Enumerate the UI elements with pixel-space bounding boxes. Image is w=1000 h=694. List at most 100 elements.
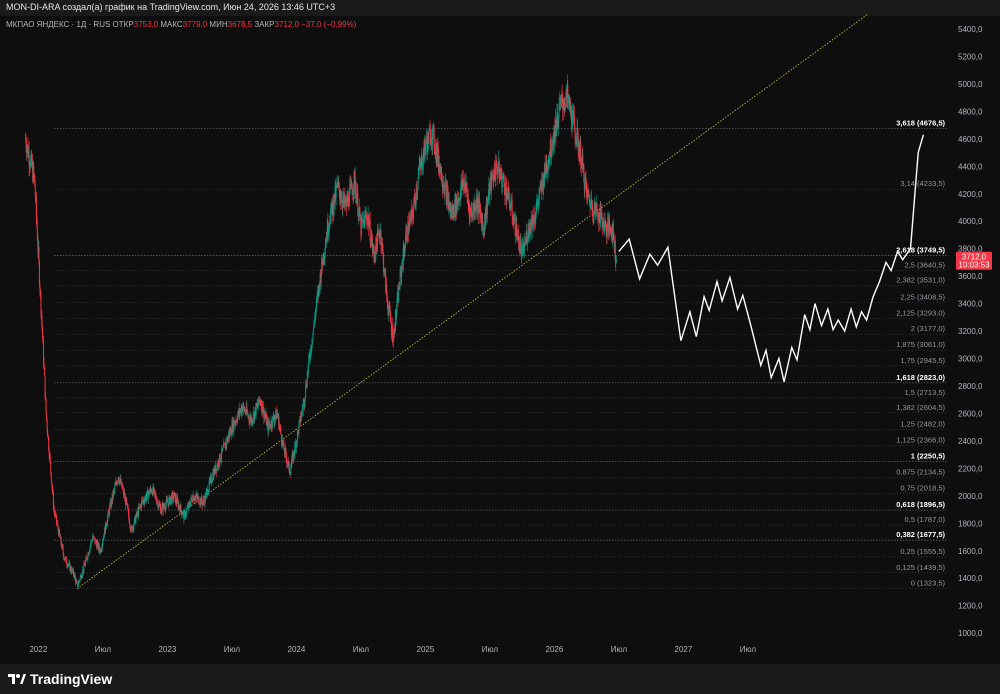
countdown-label: 10:03:53 (958, 260, 990, 269)
price-chart[interactable]: 0 (1323,5) 0,125 (1439,5) 0,25 (1555,5) 0,3… (0, 0, 1000, 664)
candle-body (396, 298, 398, 310)
candle-body (280, 427, 282, 435)
fib-label-14: 1,75 (2945,5) (900, 356, 945, 365)
y-tick-label: 5000,0 (958, 80, 983, 89)
logo-text: TradingView (30, 671, 113, 687)
candle-body (593, 207, 595, 217)
candle-body (413, 207, 415, 218)
y-tick-label: 3400,0 (958, 300, 983, 309)
candle-body (185, 509, 187, 515)
candle-body (564, 102, 566, 107)
candle-body (84, 561, 86, 566)
candle-body (615, 259, 617, 263)
fib-label-15: 1,875 (3061,0) (896, 340, 945, 349)
candle-body (105, 525, 107, 528)
candle-body (536, 201, 538, 204)
y-tick-label: 4000,0 (958, 217, 983, 226)
candle-body (583, 164, 585, 183)
candle-body (47, 429, 49, 438)
y-tick-label: 3200,0 (958, 327, 983, 336)
trendline-group (76, 13, 869, 590)
y-tick-label: 2400,0 (958, 437, 983, 446)
candle-body (503, 182, 505, 193)
candle-body (495, 161, 497, 180)
x-tick-label: Июл (482, 645, 499, 654)
candle-body (107, 511, 109, 518)
time-axis: 2022 Июл 2023 Июл 2024 Июл 2025 Июл 2026 Июл 2027 И… (29, 645, 756, 654)
y-tick-label: 1000,0 (958, 629, 983, 638)
fib-label-6: 0,75 (2018,5) (900, 483, 945, 492)
footer: TradingView (0, 664, 1000, 694)
candle-body (558, 116, 560, 128)
candle-body (596, 208, 598, 216)
candle-body (50, 472, 52, 482)
candle-body (77, 584, 79, 587)
fib-label-7: 0,875 (2134,5) (896, 467, 945, 476)
price-tag-group: 3712,0 10:03:53 (956, 251, 992, 270)
candle-body (428, 130, 430, 144)
x-tick-label: 2024 (288, 645, 306, 654)
fib-label-10: 1,25 (2482,0) (900, 420, 945, 429)
x-tick-label: 2025 (417, 645, 435, 654)
candle-body (109, 506, 111, 515)
candle-body (517, 229, 519, 236)
candle-body (46, 419, 48, 430)
x-tick-label: Июл (740, 645, 757, 654)
y-tick-label: 1600,0 (958, 547, 983, 556)
fib-label-23: 3,618 (4676,5) (896, 118, 945, 127)
fib-label-13: 1,618 (2823,0) (896, 373, 945, 382)
trendline (76, 13, 869, 590)
projection-group (618, 134, 925, 383)
x-tick-label: 2026 (546, 645, 564, 654)
candle-body (338, 182, 340, 191)
candle-body (79, 577, 81, 581)
candle-body (605, 222, 607, 225)
y-tick-label: 4600,0 (958, 135, 983, 144)
candle-body (290, 468, 292, 475)
y-tick-label: 5200,0 (958, 52, 983, 61)
tradingview-logo[interactable]: TradingView (8, 670, 112, 687)
fib-label-9: 1,125 (2366,0) (896, 436, 945, 445)
fib-label-22: 3,14 (4233,5) (900, 179, 945, 188)
candle-body (511, 200, 513, 217)
x-tick-label: 2022 (29, 645, 47, 654)
candle-body (414, 198, 416, 204)
y-tick-label: 2600,0 (958, 409, 983, 418)
candle-body (417, 176, 419, 188)
candle-body (50, 462, 52, 473)
candle-body (135, 517, 137, 524)
candle-body (453, 205, 455, 216)
y-tick-label: 4800,0 (958, 107, 983, 116)
fib-label-16: 2 (3177,0) (911, 324, 946, 333)
fib-label-3: 0,382 (1677,5) (896, 530, 945, 539)
candle-body (126, 498, 128, 503)
y-tick-label: 3000,0 (958, 355, 983, 364)
candle-body (63, 558, 65, 560)
x-tick-label: Июл (353, 645, 370, 654)
candle-body (85, 557, 87, 562)
candle-body (480, 209, 482, 216)
price-axis: 1000,0 1200,0 1400,0 1600,0 1800,0 2000,0 2200… (958, 25, 983, 638)
candle-body (103, 537, 105, 538)
y-tick-label: 2200,0 (958, 464, 983, 473)
candle-body (44, 367, 46, 376)
candle-body (76, 581, 78, 584)
y-tick-label: 1800,0 (958, 519, 983, 528)
candle-body (261, 401, 263, 413)
candle-body (62, 547, 64, 554)
fib-label-21: 2,618 (3749,5) (896, 246, 945, 255)
x-tick-label: 2027 (675, 645, 693, 654)
fib-levels: 0 (1323,5) 0,125 (1439,5) 0,25 (1555,5) 0,3… (54, 118, 948, 589)
candle-body (286, 457, 288, 464)
candle-body (294, 443, 296, 454)
candle-body (146, 491, 148, 497)
candle-body (324, 246, 326, 255)
y-tick-label: 4200,0 (958, 190, 983, 199)
fib-label-19: 2,382 (3531,0) (896, 276, 945, 285)
candle-body (406, 227, 408, 240)
projection-path (618, 134, 925, 383)
candle-body (41, 316, 43, 327)
x-tick-label: Июл (95, 645, 112, 654)
candle-body (180, 504, 182, 511)
fib-label-2: 0,25 (1555,5) (900, 547, 945, 556)
